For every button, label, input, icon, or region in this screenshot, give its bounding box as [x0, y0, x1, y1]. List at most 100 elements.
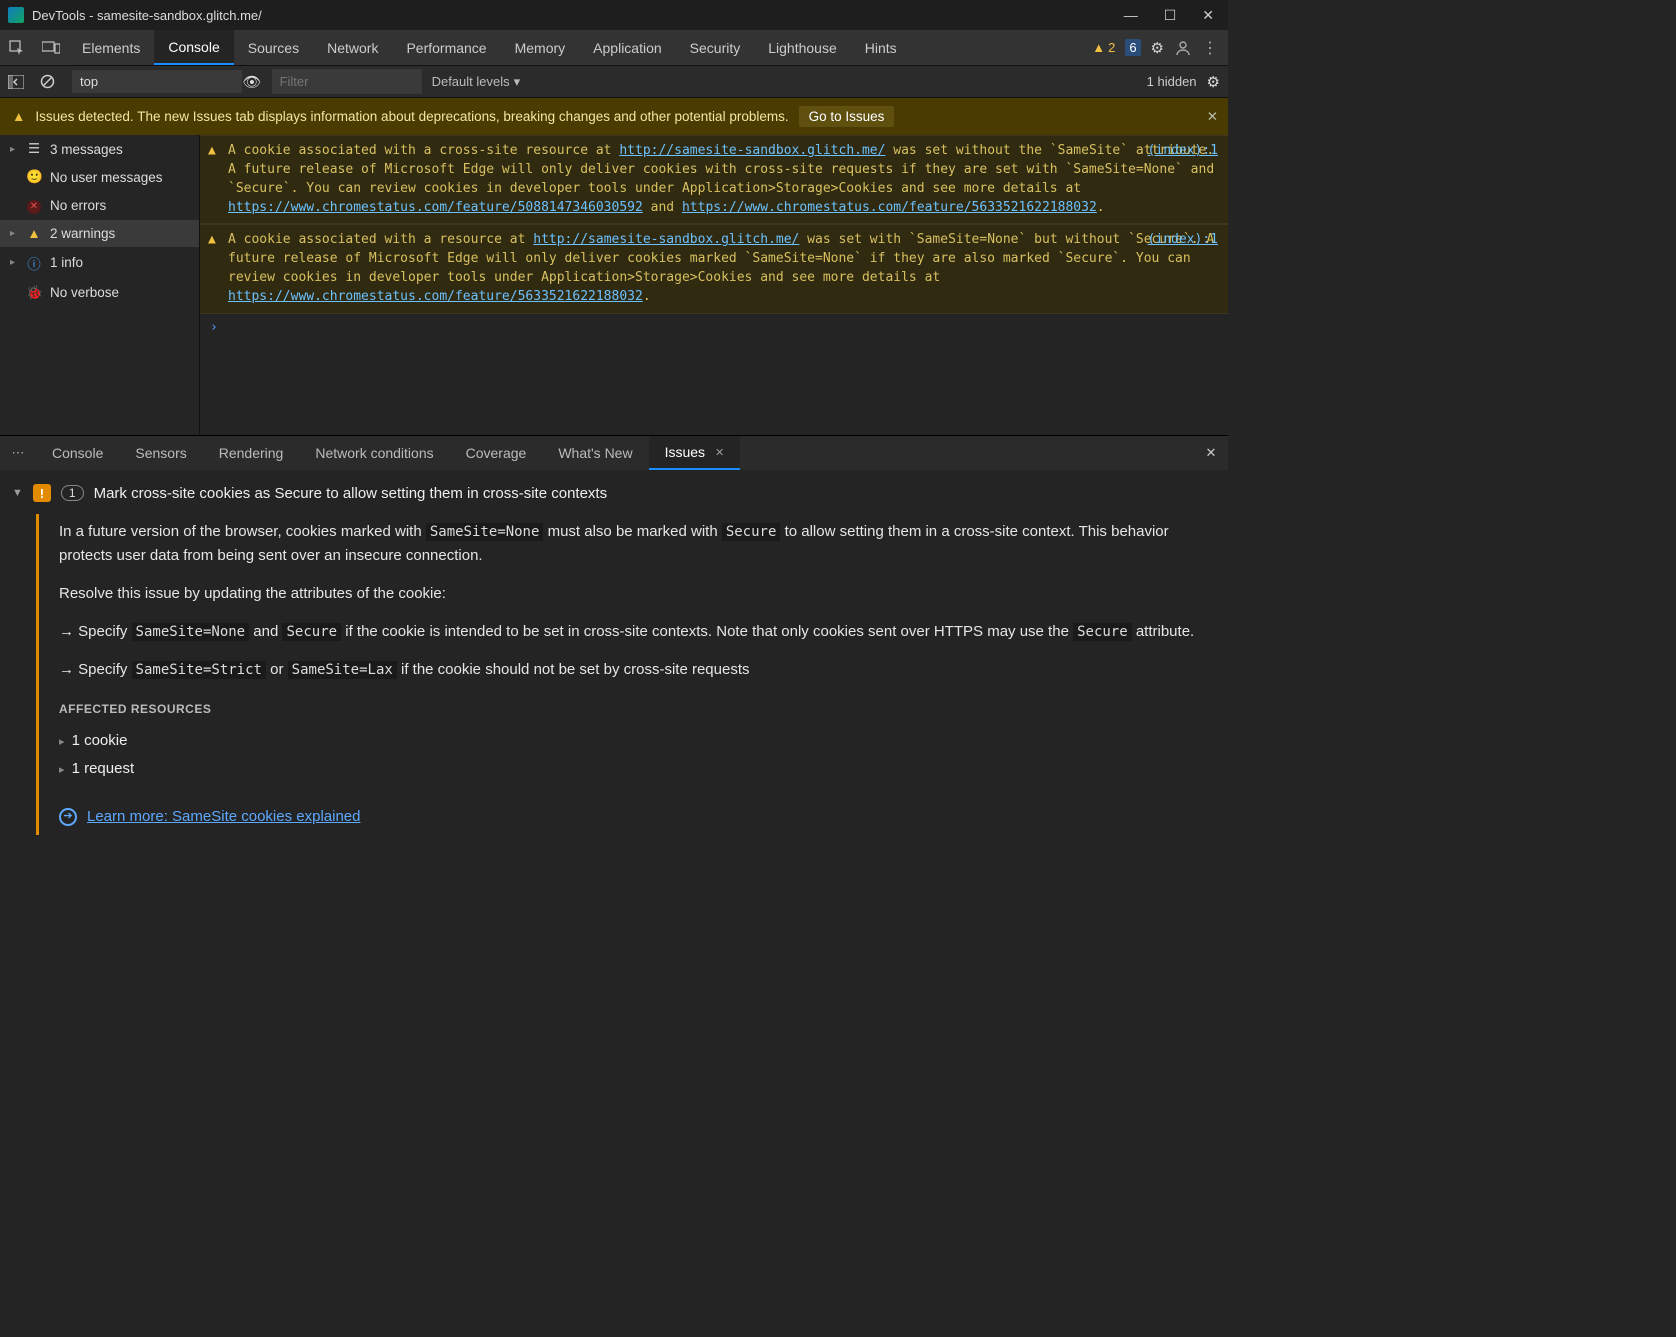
tab-elements[interactable]: Elements	[68, 30, 154, 65]
issue-bullet: Specify SameSite=Strict or SameSite=Lax …	[59, 658, 1200, 682]
console-prompt[interactable]: ›	[200, 314, 1228, 341]
warning-icon: ▲	[208, 231, 216, 250]
window-maximize-button[interactable]: ☐	[1164, 7, 1177, 24]
tab-memory[interactable]: Memory	[501, 30, 580, 65]
issue-paragraph: Resolve this issue by updating the attri…	[59, 582, 1200, 606]
learn-more-row: ➔ Learn more: SameSite cookies explained	[59, 805, 1200, 829]
device-toolbar-button[interactable]	[34, 30, 68, 65]
drawer-tab-sensors[interactable]: Sensors	[119, 436, 202, 470]
tab-hints[interactable]: Hints	[851, 30, 911, 65]
tab-security[interactable]: Security	[676, 30, 755, 65]
window-minimize-button[interactable]: —	[1124, 7, 1138, 24]
bug-icon: 🐞	[26, 285, 42, 301]
tab-application[interactable]: Application	[579, 30, 676, 65]
drawer-tab-coverage[interactable]: Coverage	[450, 436, 543, 470]
drawer-tab-rendering[interactable]: Rendering	[203, 436, 300, 470]
console-sidebar: ▸☰3 messages 🙂 No user messages ✕No error…	[0, 135, 200, 435]
issue-body: In a future version of the browser, cook…	[36, 514, 1216, 835]
sidebar-info[interactable]: ▸ⓘ1 info	[0, 247, 199, 279]
sidebar-label: No verbose	[50, 285, 119, 300]
warning-icon: ▲	[26, 226, 42, 241]
url-link[interactable]: https://www.chromestatus.com/feature/563…	[228, 289, 643, 304]
context-selector[interactable]: top	[72, 70, 242, 93]
console-messages: ▲ (index):1 A cookie associated with a c…	[200, 135, 1228, 435]
list-icon: ☰	[26, 141, 42, 157]
affected-cookie-row[interactable]: 1 cookie	[59, 727, 1200, 755]
console-warning-message[interactable]: ▲ (index):1 A cookie associated with a c…	[200, 135, 1228, 224]
go-to-issues-button[interactable]: Go to Issues	[799, 106, 895, 127]
code-snippet: Secure	[282, 623, 341, 641]
tab-console[interactable]: Console	[154, 30, 233, 65]
issue-header[interactable]: ▼ ! 1 Mark cross-site cookies as Secure …	[12, 480, 1216, 514]
toggle-sidebar-button[interactable]	[8, 75, 30, 89]
code-snippet: Secure	[1073, 623, 1132, 641]
live-expression-button[interactable]: 👁	[243, 73, 262, 91]
user-icon: 🙂	[26, 169, 42, 185]
info-icon: ⓘ	[26, 253, 42, 273]
warnings-badge[interactable]: ▲ 2	[1092, 40, 1115, 55]
sidebar-verbose[interactable]: 🐞 No verbose	[0, 279, 199, 307]
drawer-tab-network-conditions[interactable]: Network conditions	[299, 436, 449, 470]
tab-network[interactable]: Network	[313, 30, 392, 65]
account-icon[interactable]	[1174, 39, 1192, 57]
clear-console-button[interactable]	[40, 74, 62, 89]
context-value: top	[80, 74, 98, 89]
warning-icon: ▲	[208, 142, 216, 161]
more-menu-icon[interactable]: ⋮	[1202, 38, 1218, 58]
issues-bar-text: Issues detected. The new Issues tab disp…	[35, 109, 788, 124]
tab-close-icon[interactable]: ✕	[715, 446, 724, 459]
url-link[interactable]: https://www.chromestatus.com/feature/508…	[228, 200, 643, 215]
code-snippet: SameSite=Lax	[288, 661, 397, 679]
issues-panel: ▼ ! 1 Mark cross-site cookies as Secure …	[0, 470, 1228, 855]
code-snippet: SameSite=None	[426, 523, 544, 541]
learn-more-link[interactable]: Learn more: SameSite cookies explained	[87, 805, 361, 829]
drawer-tab-whats-new[interactable]: What's New	[542, 436, 648, 470]
hidden-count[interactable]: 1 hidden	[1147, 74, 1197, 89]
expand-toggle-icon[interactable]: ▼	[12, 487, 23, 499]
issue-severity-icon: !	[33, 484, 51, 502]
window-close-button[interactable]: ✕	[1202, 7, 1214, 24]
code-snippet: Secure	[722, 523, 781, 541]
console-warning-message[interactable]: ▲ (index):1 A cookie associated with a r…	[200, 224, 1228, 313]
sidebar-label: 2 warnings	[50, 226, 115, 241]
url-link[interactable]: http://samesite-sandbox.glitch.me/	[533, 232, 799, 247]
issues-count: 6	[1129, 40, 1136, 55]
url-link[interactable]: https://www.chromestatus.com/feature/563…	[682, 200, 1097, 215]
settings-icon[interactable]: ⚙	[1151, 39, 1164, 57]
drawer-tab-issues[interactable]: Issues ✕	[649, 436, 741, 470]
source-link[interactable]: (index):1	[1148, 142, 1218, 161]
drawer-tab-label: Issues	[665, 444, 705, 460]
drawer-tab-console[interactable]: Console	[36, 436, 119, 470]
window-title: DevTools - samesite-sandbox.glitch.me/	[32, 8, 1124, 23]
issues-badge[interactable]: 6	[1125, 39, 1140, 56]
window-titlebar: DevTools - samesite-sandbox.glitch.me/ —…	[0, 0, 1228, 30]
inspect-element-button[interactable]	[0, 30, 34, 65]
sidebar-label: 1 info	[50, 255, 83, 270]
tab-performance[interactable]: Performance	[392, 30, 500, 65]
tab-lighthouse[interactable]: Lighthouse	[754, 30, 851, 65]
url-link[interactable]: http://samesite-sandbox.glitch.me/	[619, 143, 885, 158]
sidebar-errors[interactable]: ✕No errors	[0, 191, 199, 220]
sidebar-warnings[interactable]: ▸▲2 warnings	[0, 220, 199, 247]
source-link[interactable]: (index):1	[1148, 231, 1218, 250]
external-link-icon: ➔	[59, 808, 77, 826]
tab-sources[interactable]: Sources	[234, 30, 313, 65]
sidebar-user-messages[interactable]: 🙂 No user messages	[0, 163, 199, 191]
log-levels-selector[interactable]: Default levels ▾	[432, 74, 521, 90]
filter-input[interactable]	[272, 69, 422, 94]
sidebar-messages[interactable]: ▸☰3 messages	[0, 135, 199, 163]
console-settings-icon[interactable]: ⚙	[1207, 73, 1220, 91]
issues-notification-bar: ▲ Issues detected. The new Issues tab di…	[0, 98, 1228, 135]
console-toolbar: top ▾ 👁 Default levels ▾ 1 hidden ⚙	[0, 66, 1228, 98]
drawer-tab-strip: ⋯ Console Sensors Rendering Network cond…	[0, 436, 1228, 470]
levels-label: Default levels	[432, 74, 510, 89]
issue-bullet: Specify SameSite=None and Secure if the …	[59, 620, 1200, 644]
warning-icon: ▲	[12, 109, 25, 124]
drawer-more-icon[interactable]: ⋯	[0, 436, 36, 470]
issue-paragraph: In a future version of the browser, cook…	[59, 520, 1200, 568]
error-icon: ✕	[26, 197, 42, 214]
close-icon[interactable]: ✕	[1207, 109, 1218, 125]
drawer-close-button[interactable]: ✕	[1194, 436, 1228, 470]
sidebar-label: No user messages	[50, 170, 163, 185]
affected-request-row[interactable]: 1 request	[59, 755, 1200, 783]
